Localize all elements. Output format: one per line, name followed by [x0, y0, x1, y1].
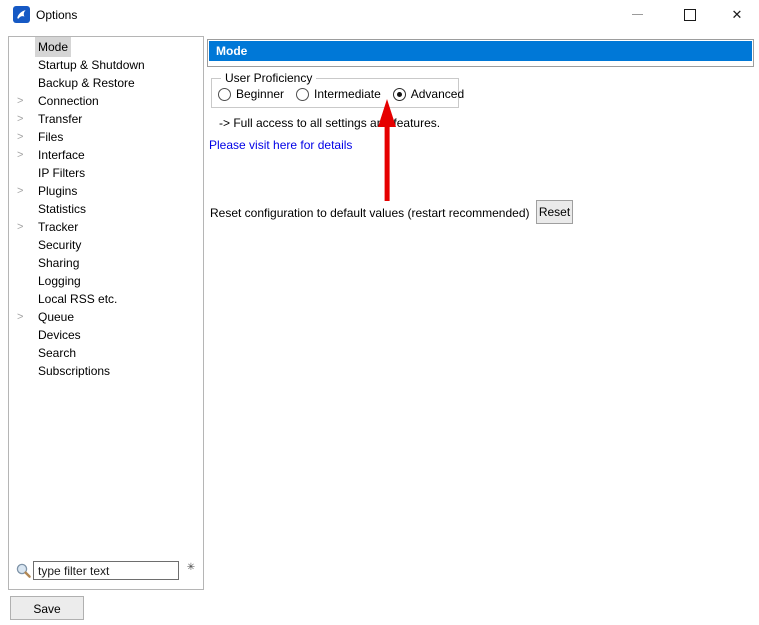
radio-button-icon[interactable] — [218, 88, 231, 101]
sidebar-item-files[interactable]: > Files — [9, 128, 203, 146]
sidebar-item-devices[interactable]: Devices — [9, 326, 203, 344]
reset-button[interactable]: Reset — [536, 200, 573, 224]
clear-filter-icon[interactable]: ✳ — [184, 561, 198, 575]
chevron-right-icon[interactable]: > — [17, 110, 35, 128]
sidebar-item-security[interactable]: Security — [9, 236, 203, 254]
user-proficiency-groupbox: User Proficiency Beginner Intermediate A… — [211, 78, 459, 108]
save-button[interactable]: Save — [10, 596, 84, 620]
sidebar-item-statistics[interactable]: Statistics — [9, 200, 203, 218]
app-logo-icon — [13, 6, 30, 23]
options-dialog: { "window": { "title": "Options", "contr… — [0, 0, 759, 625]
sidebar-item-label: Mode — [35, 37, 71, 57]
sidebar-item-connection[interactable]: > Connection — [9, 92, 203, 110]
sidebar-item-label: Startup & Shutdown — [35, 55, 148, 75]
radio-button-icon[interactable] — [393, 88, 406, 101]
minimize-button[interactable] — [620, 0, 654, 29]
chevron-right-icon[interactable]: > — [17, 182, 35, 200]
annotation-arrow-icon — [375, 97, 399, 203]
mode-description-text: -> Full access to all settings and featu… — [219, 116, 440, 130]
sidebar-item-label: Security — [35, 235, 84, 255]
close-icon: ✕ — [732, 8, 743, 21]
sidebar-item-label: Statistics — [35, 199, 89, 219]
sidebar-item-search[interactable]: Search — [9, 344, 203, 362]
sidebar-item-label: Interface — [35, 145, 88, 165]
sidebar-item-label: IP Filters — [35, 163, 88, 183]
sidebar-item-label: Local RSS etc. — [35, 289, 120, 309]
details-link[interactable]: Please visit here for details — [209, 138, 352, 152]
chevron-right-icon[interactable]: > — [17, 92, 35, 110]
sidebar-item-label: Search — [35, 343, 79, 363]
sidebar-item-plugins[interactable]: > Plugins — [9, 182, 203, 200]
sidebar-item-label: Queue — [35, 307, 77, 327]
sidebar-item-label: Transfer — [35, 109, 85, 129]
close-button[interactable]: ✕ — [720, 0, 754, 29]
proficiency-radio-group: Beginner Intermediate Advanced — [218, 87, 476, 101]
options-tree: Mode Startup & Shutdown Backup & Restore… — [9, 38, 203, 380]
search-icon — [15, 562, 32, 579]
sidebar-item-queue[interactable]: > Queue — [9, 308, 203, 326]
sidebar-item-label: Backup & Restore — [35, 73, 138, 93]
sidebar-item-label: Tracker — [35, 217, 81, 237]
maximize-icon — [684, 9, 696, 21]
radio-advanced[interactable]: Advanced — [393, 87, 464, 101]
sidebar-item-label: Plugins — [35, 181, 80, 201]
minimize-icon — [632, 14, 643, 15]
title-bar: Options ✕ — [0, 0, 759, 30]
chevron-right-icon[interactable]: > — [17, 128, 35, 146]
mode-section-title: Mode — [209, 41, 752, 61]
filter-input[interactable] — [33, 561, 179, 580]
chevron-right-icon[interactable]: > — [17, 146, 35, 164]
sidebar-item-label: Connection — [35, 91, 102, 111]
sidebar-item-label: Logging — [35, 271, 84, 291]
sidebar-item-subscriptions[interactable]: Subscriptions — [9, 362, 203, 380]
sidebar-item-interface[interactable]: > Interface — [9, 146, 203, 164]
mode-section-header: Mode — [207, 39, 754, 67]
options-tree-panel: Mode Startup & Shutdown Backup & Restore… — [8, 36, 204, 590]
user-proficiency-label: User Proficiency — [221, 71, 316, 85]
reset-description-text: Reset configuration to default values (r… — [210, 206, 530, 220]
sidebar-item-sharing[interactable]: Sharing — [9, 254, 203, 272]
radio-intermediate[interactable]: Intermediate — [296, 87, 381, 101]
sidebar-item-label: Sharing — [35, 253, 82, 273]
maximize-button[interactable] — [673, 0, 707, 29]
sidebar-item-transfer[interactable]: > Transfer — [9, 110, 203, 128]
sidebar-item-local-rss-etc[interactable]: Local RSS etc. — [9, 290, 203, 308]
sidebar-item-backup-restore[interactable]: Backup & Restore — [9, 74, 203, 92]
sidebar-item-label: Devices — [35, 325, 84, 345]
radio-button-icon[interactable] — [296, 88, 309, 101]
chevron-right-icon[interactable]: > — [17, 218, 35, 236]
window-title: Options — [36, 8, 77, 22]
chevron-right-icon[interactable]: > — [17, 308, 35, 326]
sidebar-item-ip-filters[interactable]: IP Filters — [9, 164, 203, 182]
sidebar-item-label: Subscriptions — [35, 361, 113, 381]
sidebar-item-startup-shutdown[interactable]: Startup & Shutdown — [9, 56, 203, 74]
sidebar-item-tracker[interactable]: > Tracker — [9, 218, 203, 236]
sidebar-item-label: Files — [35, 127, 66, 147]
sidebar-item-logging[interactable]: Logging — [9, 272, 203, 290]
sidebar-item-mode[interactable]: Mode — [9, 38, 203, 56]
radio-beginner[interactable]: Beginner — [218, 87, 284, 101]
